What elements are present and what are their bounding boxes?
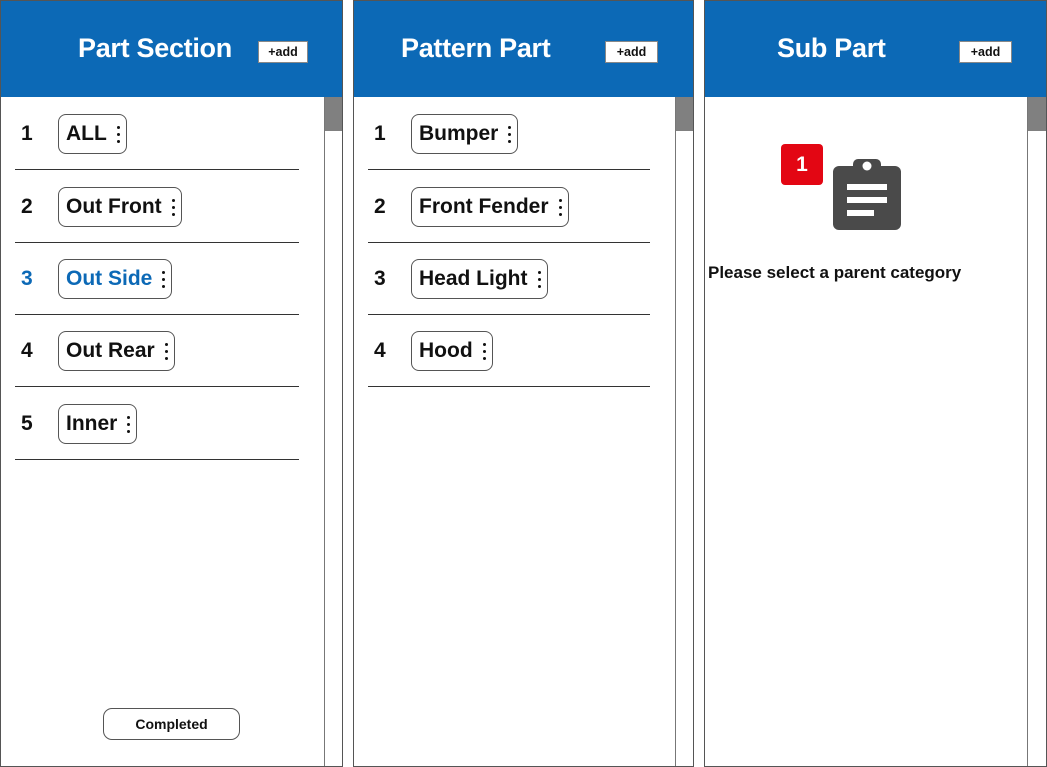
item-chip[interactable]: Out Rear	[58, 331, 175, 371]
more-options-icon[interactable]	[557, 198, 564, 216]
clipboard-icon	[833, 159, 901, 230]
count-badge: 1	[781, 144, 823, 185]
part-section-scrollbar[interactable]	[324, 97, 342, 766]
item-number: 4	[21, 339, 33, 362]
pattern-part-title: Pattern Part	[401, 33, 551, 63]
completed-button[interactable]: Completed	[103, 708, 240, 740]
part-section-item[interactable]: 1 ALL	[15, 97, 299, 170]
item-number: 1	[374, 122, 386, 145]
item-chip[interactable]: Out Front	[58, 187, 182, 227]
sub-part-title: Sub Part	[777, 33, 886, 63]
more-options-icon[interactable]	[481, 342, 488, 360]
item-label: Out Side	[66, 267, 153, 290]
part-section-header: Part Section +add	[1, 1, 342, 97]
scrollbar-thumb[interactable]	[325, 97, 342, 131]
more-options-icon[interactable]	[160, 270, 167, 288]
more-options-icon[interactable]	[125, 415, 132, 433]
part-section-add-button[interactable]: +add	[258, 41, 308, 63]
item-number: 5	[21, 412, 33, 435]
item-label: Out Front	[66, 195, 162, 218]
more-options-icon[interactable]	[115, 125, 122, 143]
pattern-part-item[interactable]: 3 Head Light	[368, 242, 650, 315]
pattern-part-item[interactable]: 4 Hood	[368, 314, 650, 387]
part-section-panel: Part Section +add 1 ALL 2 Out Front 3 Ou…	[0, 0, 343, 767]
item-label: Head Light	[419, 267, 528, 290]
pattern-part-panel: Pattern Part +add 1 Bumper 2 Front Fende…	[353, 0, 694, 767]
item-label: Out Rear	[66, 339, 155, 362]
pattern-part-item[interactable]: 2 Front Fender	[368, 170, 650, 243]
item-chip[interactable]: Hood	[411, 331, 493, 371]
part-section-item[interactable]: 5 Inner	[15, 387, 299, 460]
item-number: 3	[21, 267, 33, 290]
item-label: Inner	[66, 412, 118, 435]
sub-part-panel: Sub Part +add 1 Please select a parent c…	[704, 0, 1047, 767]
item-number: 2	[374, 195, 386, 218]
item-chip[interactable]: Inner	[58, 404, 138, 444]
item-label: Front Fender	[419, 195, 549, 218]
part-section-item-selected[interactable]: 3 Out Side	[15, 242, 299, 315]
pattern-part-item[interactable]: 1 Bumper	[368, 97, 650, 170]
sub-part-scrollbar[interactable]	[1027, 97, 1046, 766]
more-options-icon[interactable]	[536, 270, 543, 288]
item-chip[interactable]: Bumper	[411, 114, 519, 154]
empty-state-message: Please select a parent category	[708, 263, 962, 282]
more-options-icon[interactable]	[163, 342, 170, 360]
item-label: Bumper	[419, 122, 499, 145]
pattern-part-scrollbar[interactable]	[675, 97, 693, 766]
item-label: ALL	[66, 122, 107, 145]
item-chip[interactable]: ALL	[58, 114, 127, 154]
item-label: Hood	[419, 339, 473, 362]
scrollbar-thumb[interactable]	[1028, 97, 1046, 131]
part-section-item[interactable]: 4 Out Rear	[15, 314, 299, 387]
part-section-item[interactable]: 2 Out Front	[15, 170, 299, 243]
item-chip[interactable]: Head Light	[411, 259, 548, 299]
pattern-part-header: Pattern Part +add	[354, 1, 693, 97]
item-number: 4	[374, 339, 386, 362]
more-options-icon[interactable]	[506, 125, 513, 143]
more-options-icon[interactable]	[170, 198, 177, 216]
sub-part-add-button[interactable]: +add	[959, 41, 1012, 63]
item-chip[interactable]: Front Fender	[411, 187, 569, 227]
item-number: 1	[21, 122, 33, 145]
item-number: 2	[21, 195, 33, 218]
pattern-part-add-button[interactable]: +add	[605, 41, 658, 63]
scrollbar-thumb[interactable]	[676, 97, 693, 131]
item-chip[interactable]: Out Side	[58, 259, 173, 299]
item-number: 3	[374, 267, 386, 290]
sub-part-header: Sub Part +add	[705, 1, 1046, 97]
part-section-title: Part Section	[78, 33, 232, 63]
